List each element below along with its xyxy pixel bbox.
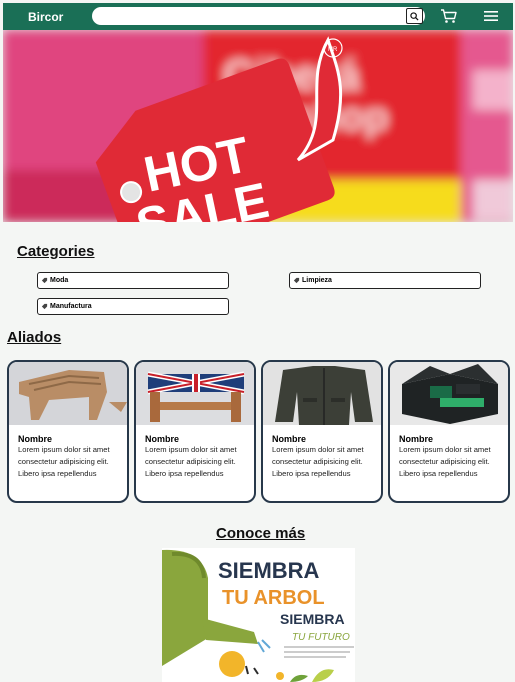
svg-text:TU FUTURO: TU FUTURO <box>292 632 350 643</box>
categories-title: Categories <box>17 243 95 260</box>
ally-name: Nombre <box>18 434 53 444</box>
hot-sale-banner[interactable]: Ciberá shop MR HOT SALE <box>3 30 513 222</box>
search-input[interactable] <box>100 9 410 23</box>
brand-logo[interactable]: Bircor <box>28 10 63 24</box>
siembra-poster[interactable]: SIEMBRA TU ARBOL SIEMBRA TU FUTURO <box>162 548 355 682</box>
page: Bircor shop MR HOT SALE Categories Moda … <box>0 0 515 682</box>
cart-icon[interactable] <box>440 8 458 24</box>
ally-name: Nombre <box>272 434 307 444</box>
ally-image <box>263 362 381 425</box>
ally-description: Lorem ipsum dolor sit amet consectetur a… <box>18 445 110 478</box>
category-moda[interactable]: Moda <box>37 272 229 289</box>
ally-card[interactable]: Nombre Lorem ipsum dolor sit amet consec… <box>7 360 129 503</box>
svg-text:MR: MR <box>328 47 338 53</box>
ally-image <box>136 362 254 425</box>
aliados-title: Aliados <box>7 329 62 346</box>
ally-name: Nombre <box>145 434 180 444</box>
ally-card[interactable]: Nombre Lorem ipsum dolor sit amet consec… <box>134 360 256 503</box>
ally-image <box>390 362 508 425</box>
watering-can-graphic: SIEMBRA TU ARBOL SIEMBRA TU FUTURO <box>162 548 355 682</box>
ally-card[interactable]: Nombre Lorem ipsum dolor sit amet consec… <box>388 360 510 503</box>
svg-text:SIEMBRA: SIEMBRA <box>280 611 345 627</box>
tag-icon <box>41 303 48 310</box>
category-label: Manufactura <box>50 303 92 310</box>
ally-card[interactable]: Nombre Lorem ipsum dolor sit amet consec… <box>261 360 383 503</box>
search-button[interactable] <box>406 8 423 24</box>
hot-sale-graphic: Ciberá shop MR HOT SALE <box>3 30 513 222</box>
svg-text:SIEMBRA: SIEMBRA <box>218 558 320 583</box>
ally-description: Lorem ipsum dolor sit amet consectetur a… <box>399 445 491 478</box>
ally-name: Nombre <box>399 434 434 444</box>
conoce-mas-title: Conoce más <box>216 525 306 542</box>
menu-icon[interactable] <box>484 10 498 22</box>
svg-text:TU ARBOL: TU ARBOL <box>222 587 325 609</box>
ally-image <box>9 362 127 425</box>
ally-description: Lorem ipsum dolor sit amet consectetur a… <box>272 445 364 478</box>
category-label: Limpieza <box>302 277 332 284</box>
tag-icon <box>41 277 48 284</box>
ally-description: Lorem ipsum dolor sit amet consectetur a… <box>145 445 237 478</box>
navbar: Bircor <box>3 3 513 30</box>
tag-icon <box>293 277 300 284</box>
category-manufactura[interactable]: Manufactura <box>37 298 229 315</box>
category-label: Moda <box>50 277 69 284</box>
search-bar <box>92 7 425 25</box>
category-limpieza[interactable]: Limpieza <box>289 272 481 289</box>
search-icon <box>410 11 419 21</box>
